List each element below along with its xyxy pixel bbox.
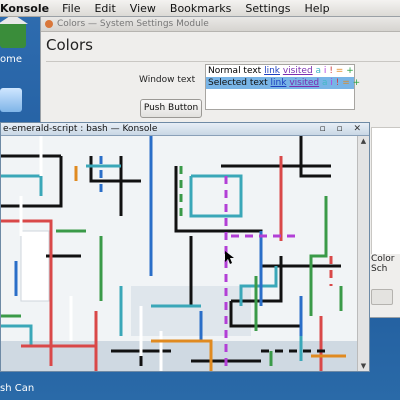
preview-selected-neutral: = bbox=[342, 78, 350, 88]
heading-divider bbox=[46, 61, 400, 62]
color-scheme-label: Color Sch bbox=[368, 254, 400, 274]
konsole-window-title: e-emerald-script : bash — Konsole bbox=[3, 124, 158, 134]
menu-edit[interactable]: Edit bbox=[87, 2, 122, 15]
menu-settings[interactable]: Settings bbox=[238, 2, 297, 15]
preview-positive: + bbox=[346, 66, 354, 76]
preview-selected-link[interactable]: link bbox=[271, 78, 287, 88]
preview-selected-visited[interactable]: visited bbox=[289, 78, 319, 88]
menu-bookmarks[interactable]: Bookmarks bbox=[163, 2, 238, 15]
window-text-label: Window text bbox=[139, 75, 196, 85]
settings-side-button[interactable] bbox=[371, 289, 393, 305]
menu-file[interactable]: File bbox=[55, 2, 87, 15]
terminal-pipes-art bbox=[1, 136, 357, 371]
menu-help[interactable]: Help bbox=[298, 2, 337, 15]
trash-can-label: sh Can bbox=[0, 383, 35, 394]
konsole-titlebar[interactable]: e-emerald-script : bash — Konsole ▫ ▫ ✕ bbox=[1, 123, 369, 136]
active-app-name[interactable]: Konsole bbox=[0, 2, 55, 15]
preview-selected-negative: ! bbox=[335, 78, 340, 88]
preview-selected-a: a bbox=[321, 78, 328, 88]
preview-neutral: = bbox=[335, 66, 344, 76]
window-controls[interactable]: ▫ ▫ ✕ bbox=[320, 123, 365, 135]
normal-text: Normal text bbox=[208, 66, 262, 76]
preview-inactive-i: i bbox=[323, 66, 327, 76]
preview-link[interactable]: link bbox=[264, 66, 280, 76]
terminal-scrollbar[interactable]: ▲ ▼ bbox=[357, 136, 369, 371]
house-icon bbox=[0, 14, 28, 48]
preview-negative: ! bbox=[329, 66, 333, 76]
selected-text: Selected text bbox=[208, 78, 268, 88]
color-preview: Normal text link visited a i ! = + Selec… bbox=[205, 64, 360, 110]
drive-icon[interactable] bbox=[0, 88, 22, 112]
konsole-window: e-emerald-script : bash — Konsole ▫ ▫ ✕ bbox=[0, 122, 370, 372]
top-menu-bar: Konsole File Edit View Bookmarks Setting… bbox=[0, 0, 400, 17]
settings-app-icon bbox=[45, 20, 53, 28]
preview-selected-positive: + bbox=[352, 78, 361, 88]
scroll-down-arrow-icon[interactable]: ▼ bbox=[359, 362, 368, 370]
preview-selected-row: Selected text link visited a i ! = + bbox=[206, 77, 360, 89]
preview-visited[interactable]: visited bbox=[283, 66, 313, 76]
home-folder-icon[interactable] bbox=[0, 14, 36, 51]
scroll-up-arrow-icon[interactable]: ▲ bbox=[359, 137, 368, 145]
page-title: Colors bbox=[46, 36, 93, 54]
preview-active-a: a bbox=[315, 66, 322, 76]
settings-window-title: Colors — System Settings Module bbox=[57, 19, 209, 29]
settings-list-box[interactable] bbox=[371, 127, 400, 259]
preview-normal-row: Normal text link visited a i ! = + bbox=[206, 65, 354, 77]
terminal-area[interactable] bbox=[1, 136, 357, 371]
menu-view[interactable]: View bbox=[123, 2, 163, 15]
settings-titlebar[interactable]: Colors — System Settings Module bbox=[41, 17, 400, 32]
preview-selected-i: i bbox=[330, 78, 333, 88]
home-folder-label: ome bbox=[0, 54, 23, 65]
push-button[interactable]: Push Button bbox=[140, 99, 202, 118]
